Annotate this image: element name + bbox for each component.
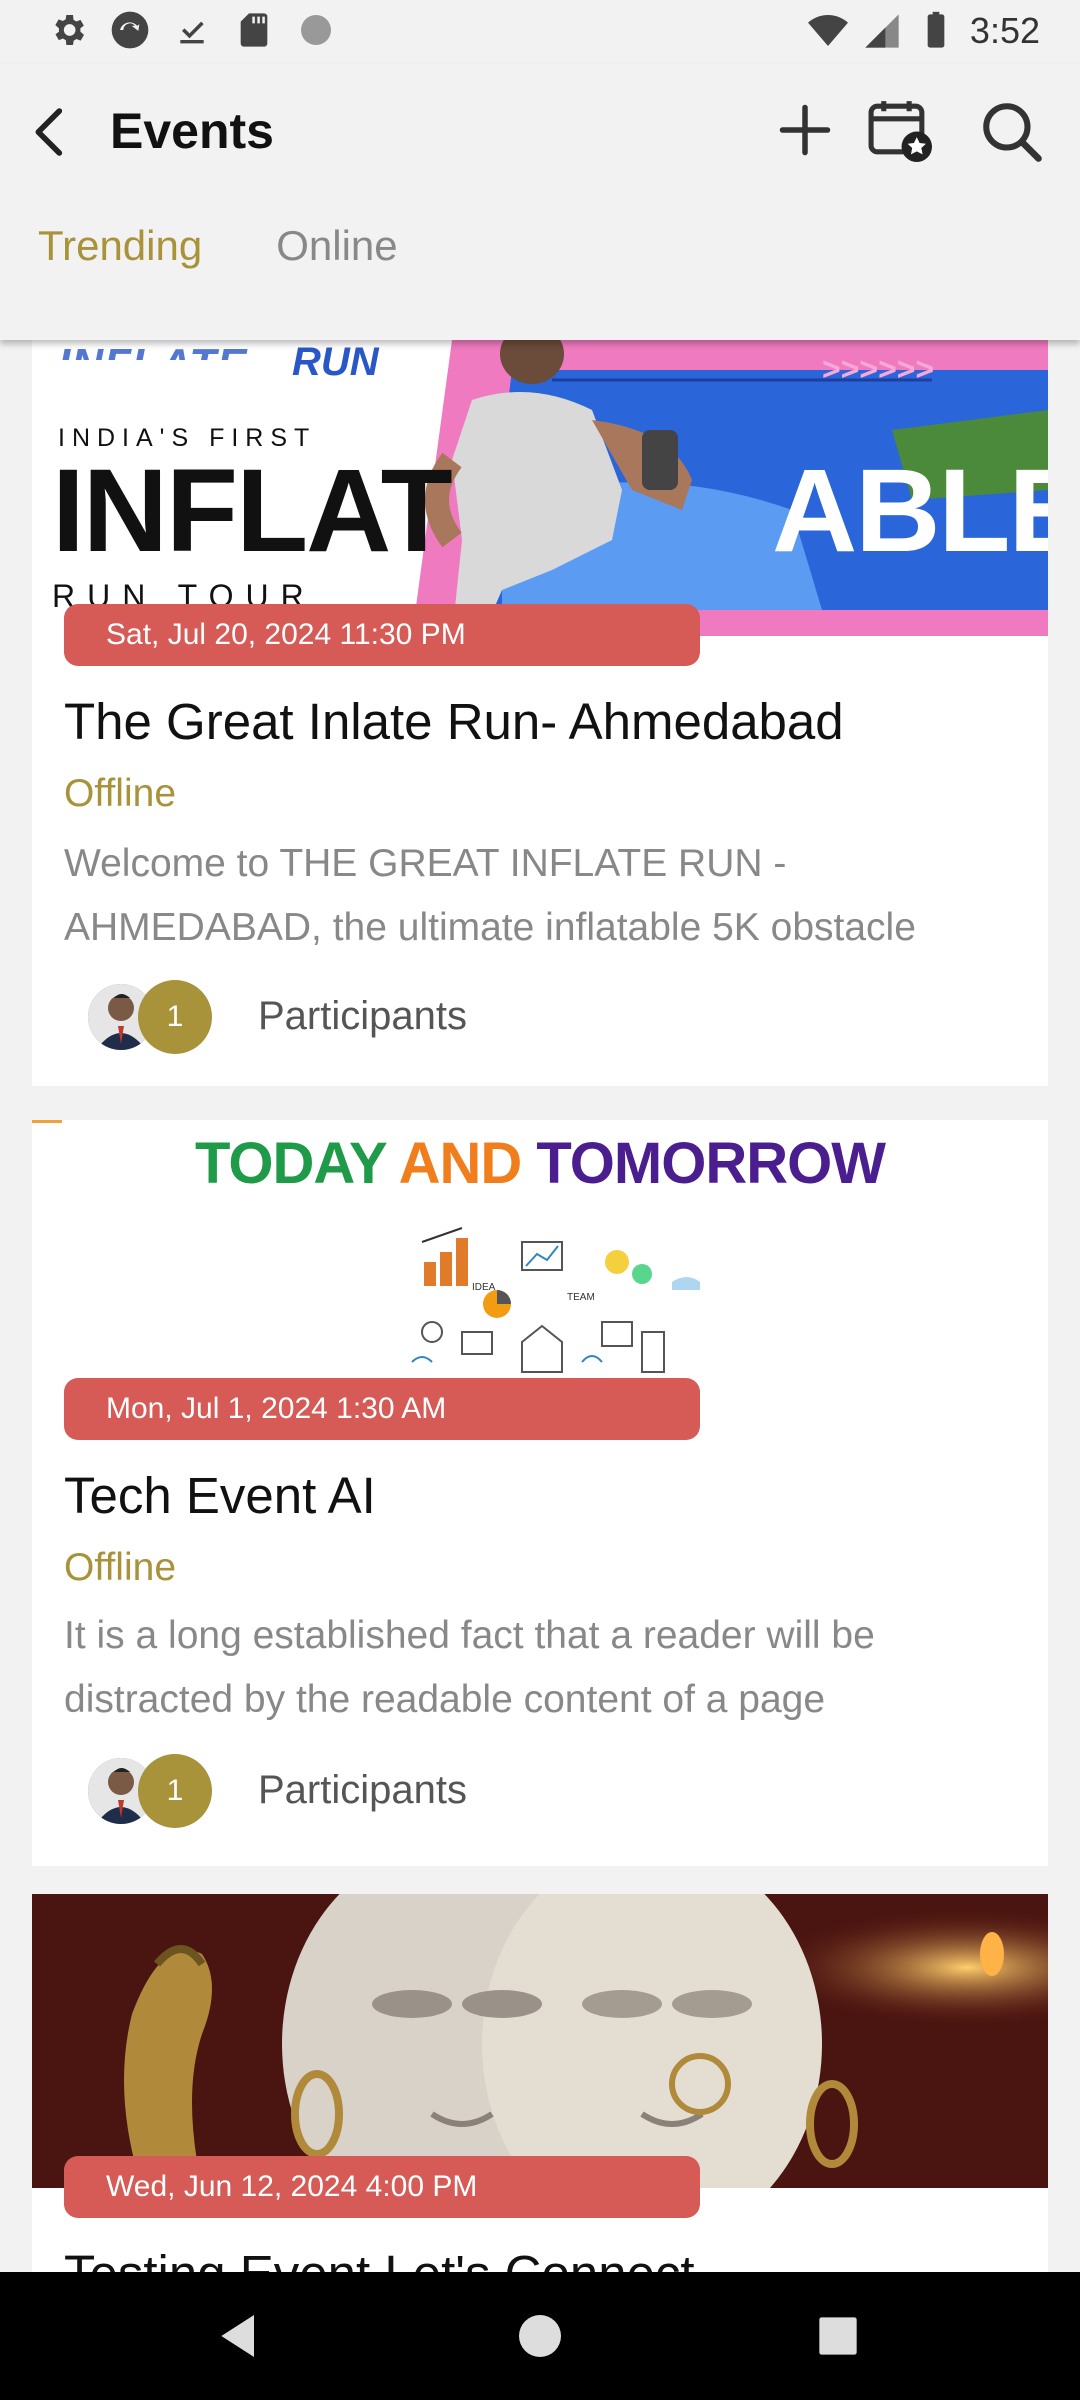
banner-heading-tail: ABLE — [772, 445, 1048, 577]
circle-icon — [301, 15, 331, 45]
wifi-icon — [807, 15, 848, 46]
tab-online[interactable]: Online — [276, 222, 397, 270]
event-mode: Offline — [64, 772, 177, 815]
svg-text:TEAM: TEAM — [567, 1292, 595, 1303]
sd-card-icon — [240, 13, 268, 47]
event-banner-image — [32, 1894, 1048, 2188]
event-description: Welcome to THE GREAT INFLATE RUN - AHMED… — [64, 842, 916, 949]
battery-icon — [927, 11, 945, 48]
sync-icon — [111, 11, 149, 49]
banner-logo-run: RUN — [292, 340, 379, 384]
page-title: Events — [110, 103, 274, 159]
add-icon[interactable] — [775, 100, 835, 160]
event-banner-image: TODAY AND TOMORROW IDEA TEAM — [32, 1120, 1048, 1386]
search-icon[interactable] — [978, 98, 1044, 164]
recents-square-icon[interactable] — [810, 2308, 866, 2364]
event-title[interactable]: The Great Inlate Run- Ahmedabad — [64, 692, 844, 751]
banner-heading: INFLAT — [52, 445, 453, 577]
event-mode: Offline — [64, 1546, 177, 1589]
tab-bar: Trending Online — [38, 222, 398, 270]
svg-text:>>>>>>: >>>>>> — [822, 351, 934, 387]
event-card[interactable]: Wed, Jun 12, 2024 4:00 PM Testing Event … — [32, 1894, 1048, 2272]
banner-word-tomorrow: TOMORROW — [536, 1131, 886, 1196]
banner-headline: TODAY AND TOMORROW — [32, 1130, 1048, 1197]
event-description: It is a long established fact that a rea… — [64, 1614, 875, 1721]
signal-icon — [865, 14, 899, 48]
back-triangle-icon[interactable] — [212, 2308, 268, 2364]
system-nav-bar — [0, 2272, 1080, 2400]
participant-count-badge: 1 — [138, 1754, 212, 1828]
download-done-icon — [180, 21, 204, 44]
tab-trending[interactable]: Trending — [38, 222, 202, 270]
app-header: Events Trending Online — [0, 64, 1080, 340]
calendar-star-icon[interactable] — [866, 96, 932, 162]
event-card[interactable]: TODAY AND TOMORROW IDEA TEAM Mon, Jul 1,… — [32, 1120, 1048, 1866]
home-circle-icon[interactable] — [512, 2308, 568, 2364]
back-arrow-icon[interactable] — [22, 102, 78, 162]
svg-text:IDEA: IDEA — [472, 1282, 496, 1293]
participants-label[interactable]: Participants — [258, 994, 467, 1039]
event-date: Wed, Jun 12, 2024 4:00 PM — [64, 2156, 700, 2218]
status-bar: 3:52 — [0, 0, 1080, 64]
event-list: >>>>>> INFLATE RUN INDIA'S FIRST INFLAT … — [0, 340, 1080, 2272]
business-doodle-illustration: IDEA TEAM — [411, 1227, 700, 1373]
event-date: Sat, Jul 20, 2024 11:30 PM — [64, 604, 700, 666]
participant-count-badge: 1 — [138, 980, 212, 1054]
event-banner-image: >>>>>> INFLATE RUN INDIA'S FIRST INFLAT … — [32, 340, 1048, 636]
settings-icon — [55, 15, 84, 45]
event-card[interactable]: >>>>>> INFLATE RUN INDIA'S FIRST INFLAT … — [32, 340, 1048, 1086]
banner-word-today: TODAY — [195, 1131, 387, 1196]
event-title[interactable]: Testing Event Let's Connect — [64, 2244, 695, 2272]
banner-word-and: AND — [398, 1131, 523, 1196]
event-title[interactable]: Tech Event AI — [64, 1466, 376, 1525]
status-time: 3:52 — [969, 10, 1040, 51]
event-date: Mon, Jul 1, 2024 1:30 AM — [64, 1378, 700, 1440]
participants-label[interactable]: Participants — [258, 1768, 467, 1813]
